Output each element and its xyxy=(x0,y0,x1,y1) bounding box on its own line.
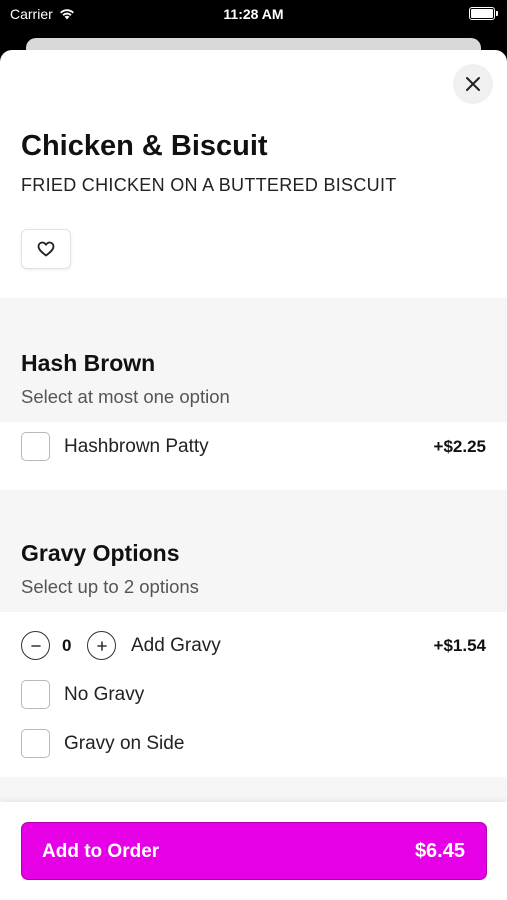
section-gravy-options-header: Gravy Options Select up to 2 options xyxy=(0,490,507,612)
option-label: Hashbrown Patty xyxy=(64,436,209,457)
order-total: $6.45 xyxy=(414,840,465,862)
section-hash-brown-header: Hash Brown Select at most one option xyxy=(0,298,507,422)
option-hashbrown-patty[interactable]: Hashbrown Patty +$2.25 xyxy=(0,422,507,471)
add-to-order-button[interactable]: Add to Order $6.45 xyxy=(21,822,487,880)
battery-fill xyxy=(471,9,493,18)
close-button[interactable] xyxy=(453,64,493,104)
option-no-gravy[interactable]: No Gravy xyxy=(0,670,507,719)
option-price: +$1.54 xyxy=(433,636,486,655)
quantity-value: 0 xyxy=(62,636,72,655)
status-bar: Carrier 11:28 AM xyxy=(0,0,507,30)
minus-icon xyxy=(30,644,41,647)
option-label: Add Gravy xyxy=(131,635,221,656)
item-title: Chicken & Biscuit xyxy=(21,130,268,162)
battery-icon xyxy=(469,7,498,20)
add-to-order-label: Add to Order xyxy=(42,841,160,862)
item-description: FRIED CHICKEN ON A BUTTERED BISCUIT xyxy=(21,175,397,195)
item-sheet: Chicken & Biscuit FRIED CHICKEN ON A BUT… xyxy=(0,50,507,900)
section-subtitle: Select up to 2 options xyxy=(21,576,199,597)
gravy-on-side-checkbox[interactable] xyxy=(21,729,50,758)
section-title: Hash Brown xyxy=(21,350,156,376)
option-gravy-on-side[interactable]: Gravy on Side xyxy=(0,719,507,768)
heart-outline-icon xyxy=(37,241,55,257)
order-footer: Add to Order $6.45 xyxy=(0,802,507,900)
decrement-button[interactable] xyxy=(21,631,50,660)
status-time: 11:28 AM xyxy=(223,6,284,22)
hashbrown-patty-checkbox[interactable] xyxy=(21,432,50,461)
no-gravy-checkbox[interactable] xyxy=(21,680,50,709)
increment-button[interactable] xyxy=(87,631,116,660)
favorite-button[interactable] xyxy=(21,229,71,269)
close-icon xyxy=(466,77,480,91)
option-add-gravy: 0 Add Gravy +$1.54 xyxy=(0,621,507,670)
plus-icon xyxy=(96,640,107,651)
section-title: Gravy Options xyxy=(21,540,180,566)
section-subtitle: Select at most one option xyxy=(21,386,230,407)
option-price: +$2.25 xyxy=(433,437,486,456)
option-label: Gravy on Side xyxy=(64,733,185,754)
option-label: No Gravy xyxy=(64,684,145,705)
